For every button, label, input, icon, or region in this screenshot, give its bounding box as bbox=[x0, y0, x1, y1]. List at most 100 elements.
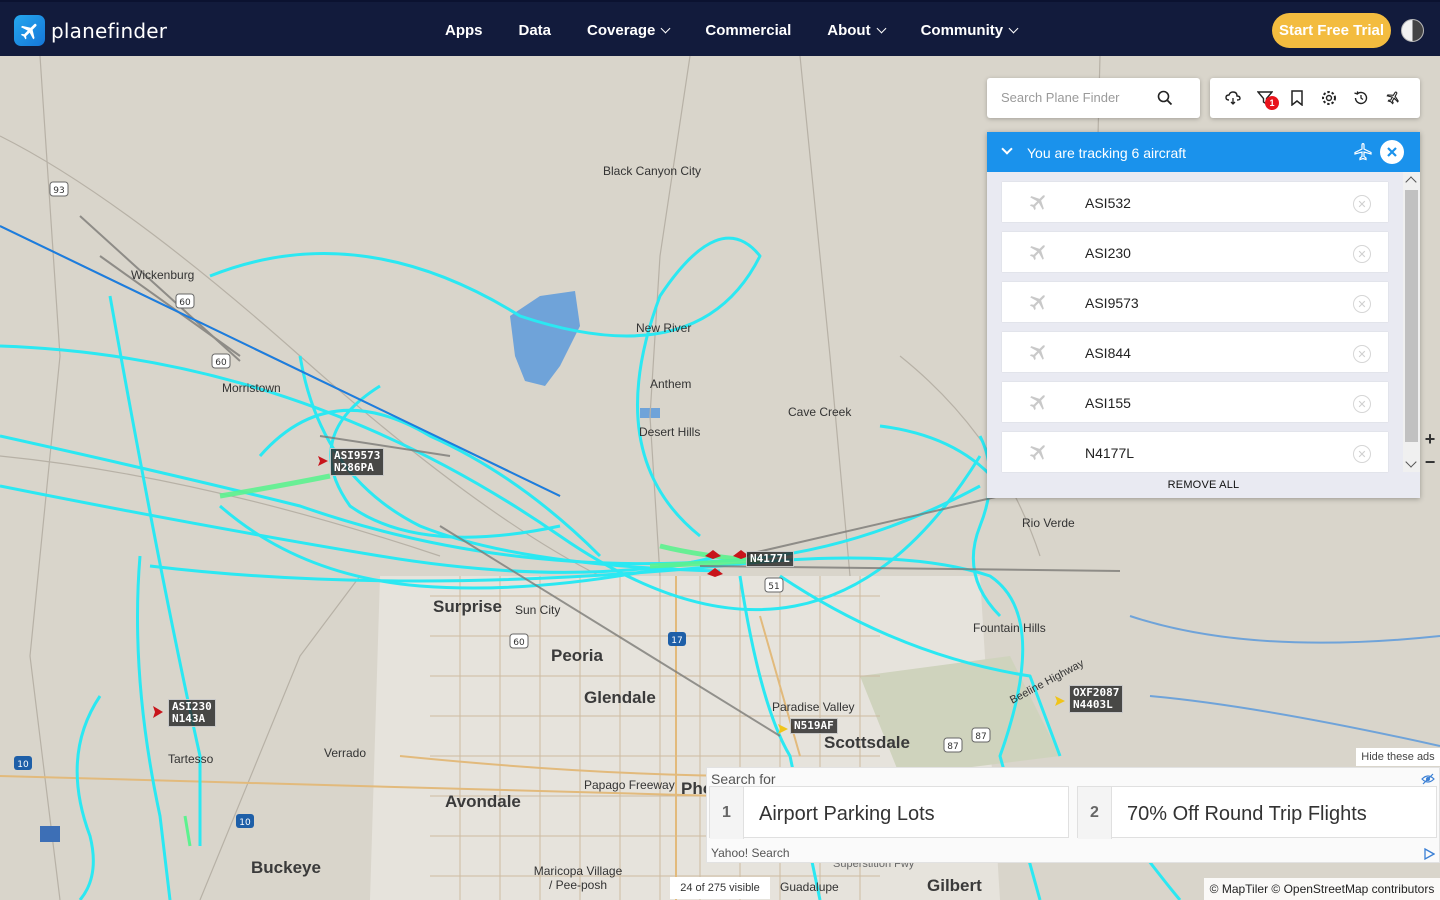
tracked-aircraft-list: ASI532 ✕ ASI230 ✕ ASI9573 ✕ ASI844 ✕ ASI… bbox=[1002, 182, 1388, 482]
aircraft-callsign: ASI9573 bbox=[1085, 295, 1139, 311]
nav-commercial-label: Commercial bbox=[705, 21, 792, 39]
tracking-panel-header[interactable]: You are tracking 6 aircraft bbox=[987, 132, 1420, 172]
filter-count-badge: 1 bbox=[1265, 96, 1279, 110]
city-label: Wickenburg bbox=[131, 268, 195, 282]
plane-icon bbox=[1027, 291, 1049, 318]
aircraft-callsign: ASI230 bbox=[1085, 245, 1131, 261]
ad-choices-icon[interactable] bbox=[1423, 847, 1436, 865]
city-label: Sun City bbox=[515, 603, 561, 617]
map-toolbar: 1 bbox=[1210, 78, 1420, 118]
history-icon[interactable] bbox=[1352, 89, 1370, 107]
city-label: Peoria bbox=[551, 646, 603, 665]
nav-data-label: Data bbox=[518, 21, 552, 39]
tracked-aircraft-row[interactable]: ASI844 ✕ bbox=[1002, 332, 1388, 372]
filter-icon[interactable]: 1 bbox=[1256, 89, 1279, 110]
city-label: New River bbox=[636, 321, 692, 335]
ad-search-for-label: Search for bbox=[711, 771, 776, 787]
scroll-up-icon[interactable] bbox=[1405, 176, 1417, 188]
city-label: Avondale bbox=[445, 792, 521, 811]
plane-outline-icon bbox=[1353, 142, 1373, 167]
remove-circle-icon[interactable]: ✕ bbox=[1353, 245, 1371, 263]
flight-registration: N286PA bbox=[334, 461, 374, 474]
ad-link-item[interactable]: 1 Airport Parking Lots bbox=[709, 786, 1069, 839]
remove-circle-icon[interactable]: ✕ bbox=[1353, 395, 1371, 413]
hide-ads-link[interactable]: Hide these ads bbox=[1356, 748, 1440, 766]
remove-circle-icon[interactable]: ✕ bbox=[1353, 445, 1371, 463]
svg-text:60: 60 bbox=[179, 298, 191, 308]
city-label: Maricopa Village / Pee-posh bbox=[533, 864, 623, 892]
remove-circle-icon[interactable]: ✕ bbox=[1353, 295, 1371, 313]
city-label: Anthem bbox=[650, 377, 692, 391]
city-label: Rio Verde bbox=[1022, 516, 1075, 530]
settings-icon[interactable] bbox=[1320, 89, 1338, 107]
zoom-out-button[interactable]: − bbox=[1420, 451, 1440, 474]
flight-label[interactable]: N4177L bbox=[746, 551, 794, 567]
flight-registration: N4177L bbox=[750, 552, 790, 565]
svg-text:17: 17 bbox=[671, 636, 682, 646]
zoom-in-button[interactable]: + bbox=[1420, 428, 1440, 451]
flight-label[interactable]: ASI9573 N286PA bbox=[330, 448, 385, 476]
plane-icon bbox=[1027, 391, 1049, 418]
start-free-trial-button[interactable]: Start Free Trial bbox=[1272, 13, 1391, 48]
weather-icon[interactable] bbox=[1224, 89, 1242, 107]
route-shield-93: 93 bbox=[53, 186, 64, 196]
nav-commercial[interactable]: Commercial bbox=[705, 22, 791, 39]
city-label: Guadalupe bbox=[780, 880, 839, 894]
tracking-icon[interactable] bbox=[1384, 89, 1402, 107]
flight-label[interactable]: ASI230 N143A bbox=[168, 699, 216, 727]
aircraft-callsign: N4177L bbox=[1085, 445, 1135, 461]
ad-link-item[interactable]: 2 70% Off Round Trip Flights bbox=[1077, 786, 1437, 839]
nav-apps[interactable]: Apps bbox=[445, 22, 483, 39]
scroll-down-icon[interactable] bbox=[1405, 456, 1417, 468]
tracking-panel: You are tracking 6 aircraft ASI532 ✕ ASI… bbox=[987, 132, 1420, 498]
ad-source-label: Yahoo! Search bbox=[711, 846, 790, 860]
top-navbar: planefinder Apps Data Coverage Commercia… bbox=[0, 0, 1440, 56]
tracked-aircraft-row[interactable]: ASI532 ✕ bbox=[1002, 182, 1388, 222]
planefinder-logo[interactable]: planefinder bbox=[14, 15, 167, 46]
nav-about-label: About bbox=[827, 21, 871, 39]
nav-coverage[interactable]: Coverage bbox=[587, 21, 671, 39]
nav-about[interactable]: About bbox=[827, 21, 887, 39]
tracked-aircraft-row[interactable]: ASI230 ✕ bbox=[1002, 232, 1388, 272]
nav-data[interactable]: Data bbox=[519, 22, 552, 39]
svg-text:60: 60 bbox=[513, 638, 525, 648]
tracked-aircraft-row[interactable]: ASI155 ✕ bbox=[1002, 382, 1388, 422]
map-attribution[interactable]: © MapTiler © OpenStreetMap contributors bbox=[1204, 878, 1440, 900]
remove-circle-icon[interactable]: ✕ bbox=[1353, 345, 1371, 363]
flight-label[interactable]: OXF2087 N4403L bbox=[1069, 685, 1124, 713]
nav-community[interactable]: Community bbox=[921, 22, 1019, 39]
aircraft-callsign: ASI532 bbox=[1085, 195, 1131, 211]
visible-aircraft-count: 24 of 275 visible bbox=[670, 877, 770, 899]
logo-text: planefinder bbox=[51, 18, 168, 43]
flight-label[interactable]: N519AF bbox=[790, 718, 838, 734]
bookmark-icon[interactable] bbox=[1288, 89, 1306, 107]
remove-circle-icon[interactable]: ✕ bbox=[1353, 195, 1371, 213]
svg-text:87: 87 bbox=[975, 732, 986, 742]
remove-all-button[interactable]: REMOVE ALL bbox=[987, 472, 1420, 498]
scroll-thumb[interactable] bbox=[1405, 190, 1418, 442]
user-avatar[interactable] bbox=[1401, 19, 1424, 42]
plane-icon bbox=[1027, 341, 1049, 368]
svg-text:87: 87 bbox=[947, 742, 958, 752]
city-label: Morristown bbox=[222, 381, 281, 395]
aircraft-callsign: ASI155 bbox=[1085, 395, 1131, 411]
city-label: Scottsdale bbox=[824, 733, 910, 752]
close-icon[interactable] bbox=[1380, 140, 1404, 164]
city-label: Phoenix bbox=[681, 779, 707, 798]
city-label: Buckeye bbox=[251, 858, 321, 877]
tracked-aircraft-row[interactable]: ASI9573 ✕ bbox=[1002, 282, 1388, 322]
ad-item-number: 1 bbox=[710, 787, 744, 839]
tracked-aircraft-row[interactable]: N4177L ✕ bbox=[1002, 432, 1388, 472]
search-input[interactable] bbox=[1001, 90, 1161, 105]
search-icon[interactable] bbox=[1157, 90, 1173, 111]
svg-text:10: 10 bbox=[17, 760, 29, 770]
chevron-down-icon bbox=[876, 23, 887, 33]
ad-item-number: 2 bbox=[1078, 787, 1112, 839]
chevron-down-icon[interactable] bbox=[1001, 143, 1013, 155]
aircraft-callsign: ASI844 bbox=[1085, 345, 1131, 361]
nav-coverage-label: Coverage bbox=[587, 21, 656, 39]
tracking-list-scrollbar[interactable] bbox=[1403, 172, 1420, 472]
flight-registration: N4403L bbox=[1073, 698, 1113, 711]
flight-registration: N143A bbox=[172, 712, 206, 725]
plane-icon bbox=[1027, 241, 1049, 268]
